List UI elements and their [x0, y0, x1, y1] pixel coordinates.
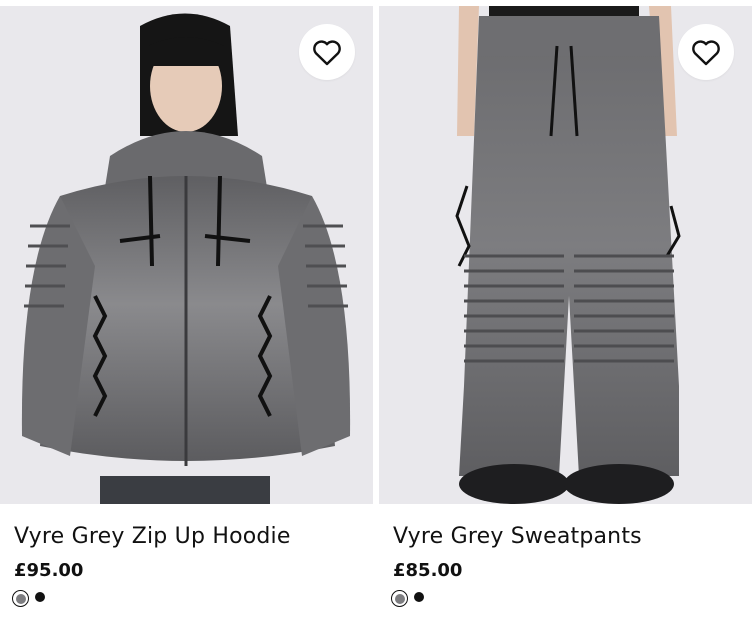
- color-swatch-grey[interactable]: [12, 590, 29, 607]
- hoodie-product-photo: [0, 6, 373, 504]
- wishlist-button[interactable]: [678, 24, 734, 80]
- color-swatches: [391, 590, 426, 607]
- product-image-hoodie[interactable]: [0, 6, 373, 504]
- product-name[interactable]: Vyre Grey Zip Up Hoodie: [14, 524, 291, 549]
- color-swatch-black[interactable]: [33, 590, 47, 604]
- product-price: £85.00: [393, 560, 463, 581]
- product-name[interactable]: Vyre Grey Sweatpants: [393, 524, 642, 549]
- heart-outline-icon: [313, 40, 341, 66]
- heart-outline-icon: [692, 40, 720, 66]
- color-swatch-grey[interactable]: [391, 590, 408, 607]
- color-swatch-black[interactable]: [412, 590, 426, 604]
- product-card-hoodie[interactable]: Vyre Grey Zip Up Hoodie £95.00: [0, 0, 373, 632]
- product-image-sweatpants[interactable]: [379, 6, 752, 504]
- product-price: £95.00: [14, 560, 84, 581]
- color-swatches: [12, 590, 47, 607]
- product-grid: Vyre Grey Zip Up Hoodie £95.00 Vyre Grey…: [0, 0, 752, 632]
- product-card-sweatpants[interactable]: Vyre Grey Sweatpants £85.00: [379, 0, 752, 632]
- wishlist-button[interactable]: [299, 24, 355, 80]
- sweatpants-product-photo: [379, 6, 752, 504]
